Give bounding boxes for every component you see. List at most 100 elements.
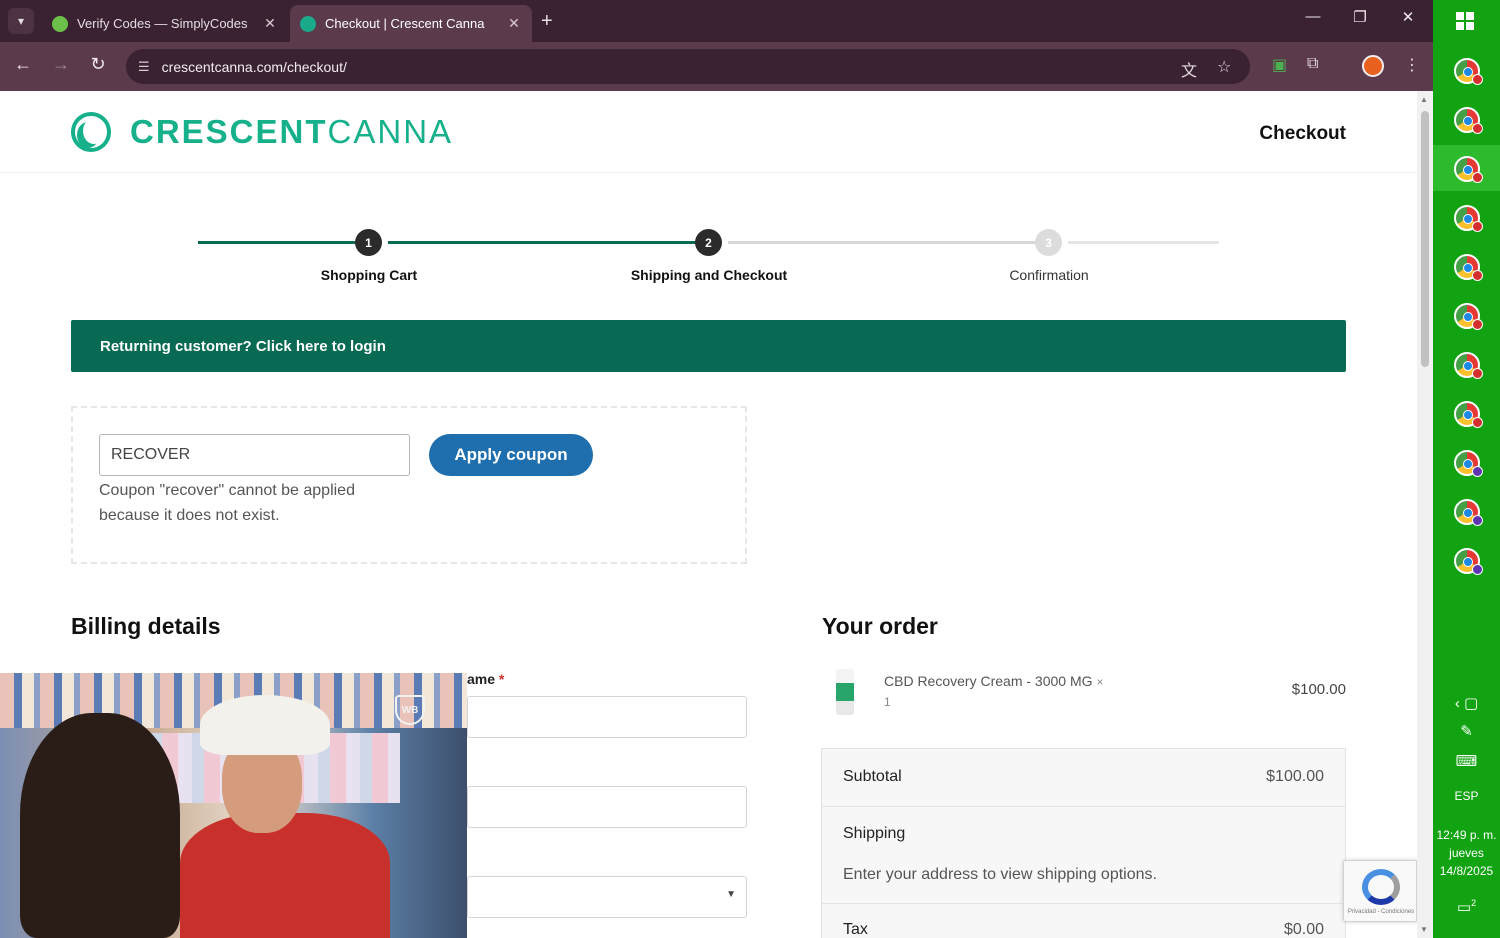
window-close-icon[interactable]: ✕ [1393, 8, 1423, 26]
restore-icon[interactable]: ❐ [1345, 8, 1375, 26]
page-title: Checkout [1259, 123, 1346, 144]
extensions-puzzle-icon[interactable]: ⧉ [1307, 55, 1318, 73]
badge-icon [1472, 221, 1483, 232]
scroll-thumb[interactable] [1421, 111, 1429, 367]
site-logo[interactable]: CRESCENTCANNA [130, 113, 453, 151]
crescent-favicon-icon [300, 15, 316, 32]
reload-icon[interactable]: ↻ [86, 54, 110, 75]
badge-icon [1472, 172, 1483, 183]
last-name-field[interactable] [467, 696, 747, 738]
step-connector [198, 241, 356, 244]
tax-row: Tax $0.00 [822, 904, 1345, 938]
shipping-label: Shipping [843, 825, 906, 842]
plus-icon[interactable]: + [541, 10, 553, 33]
chrome-app-icon[interactable] [1454, 156, 1483, 183]
billing-title: Billing details [71, 613, 221, 639]
step-label-shipping: Shipping and Checkout [630, 267, 788, 283]
field-label-name: ame * [467, 671, 504, 687]
badge-icon [1472, 417, 1483, 428]
site-info-icon[interactable]: ☰ [138, 59, 150, 75]
url-text: crescentcanna.com/checkout/ [161, 58, 347, 75]
subtotal-row: Subtotal $100.00 [822, 749, 1345, 807]
recaptcha-badge[interactable]: Privacidad - Condiciones [1343, 860, 1417, 922]
field-label-text: ame [467, 671, 496, 687]
video-overlay[interactable]: WB [0, 673, 467, 938]
step-connector [1068, 241, 1219, 244]
tray-chevron-icon[interactable]: ‹ ▢ [1433, 694, 1500, 712]
chrome-app-icon[interactable] [1454, 548, 1483, 575]
chrome-app-icon[interactable] [1454, 401, 1483, 428]
returning-customer-banner[interactable]: Returning customer? Click here to login [71, 320, 1346, 372]
video-person-left [20, 713, 180, 938]
page-scrollbar[interactable]: ▲ ▼ [1417, 91, 1433, 938]
chrome-app-icon[interactable] [1454, 107, 1483, 134]
tab-title: Checkout | Crescent Canna [325, 16, 485, 31]
notification-icon[interactable]: ▭2 [1433, 898, 1500, 916]
scroll-up-arrow-icon[interactable]: ▲ [1420, 95, 1428, 104]
chrome-app-icon[interactable] [1454, 499, 1483, 526]
step-label-cart[interactable]: Shopping Cart [249, 267, 489, 283]
close-icon[interactable]: ✕ [262, 15, 278, 32]
checkout-progress: 1 2 3 Shopping Cart Shipping and Checkou… [198, 229, 1219, 289]
chrome-app-icon[interactable] [1454, 58, 1483, 85]
step-label-confirmation: Confirmation [1009, 267, 1089, 283]
step-1-badge: 1 [355, 229, 382, 256]
apply-coupon-button[interactable]: Apply coupon [429, 434, 593, 476]
badge-icon [1472, 319, 1483, 330]
checkout-page: CRESCENTCANNA Checkout 1 2 3 Shopping Ca… [0, 91, 1417, 938]
product-name-text: CBD Recovery Cream - 3000 MG [884, 673, 1093, 689]
language-indicator[interactable]: ESP [1433, 787, 1500, 805]
tab-checkout[interactable]: Checkout | Crescent Canna ✕ [290, 5, 532, 42]
tax-label: Tax [843, 921, 868, 938]
clock-time[interactable]: 12:49 p. m. [1433, 826, 1500, 844]
chrome-app-icon[interactable] [1454, 205, 1483, 232]
order-title: Your order [822, 613, 938, 639]
coupon-input[interactable] [99, 434, 410, 476]
extension-us-icon[interactable]: ▣ [1272, 55, 1287, 75]
keyboard-icon[interactable]: ⌨ [1433, 752, 1500, 770]
step-connector [388, 241, 696, 244]
product-thumbnail [836, 669, 854, 715]
crescent-logo-icon[interactable] [71, 112, 111, 152]
back-icon[interactable]: ← [11, 54, 35, 75]
forward-icon[interactable]: → [49, 54, 73, 75]
chrome-app-icon[interactable] [1454, 352, 1483, 379]
company-field[interactable] [467, 786, 747, 828]
chrome-app-icon[interactable] [1454, 450, 1483, 477]
badge-icon [1472, 74, 1483, 85]
order-line-item: CBD Recovery Cream - 3000 MG × 1 $100.00 [822, 663, 1346, 719]
clock-date[interactable]: 14/8/2025 [1433, 862, 1500, 880]
windows-start-icon[interactable] [1456, 12, 1474, 30]
recaptcha-icon [1362, 869, 1400, 905]
profile-avatar[interactable] [1362, 55, 1384, 77]
wb-logo-icon: WB [395, 695, 425, 725]
tab-search-chevron-icon[interactable]: ▾ [8, 8, 34, 34]
badge-icon [1472, 123, 1483, 134]
coupon-error-message: Coupon "recover" cannot be applied becau… [99, 482, 355, 524]
address-bar[interactable]: ☰ crescentcanna.com/checkout/ 文 ☆ [126, 49, 1250, 84]
clock-day[interactable]: jueves [1433, 844, 1500, 862]
chevron-down-icon: ▼ [726, 889, 736, 900]
translate-icon[interactable]: 文 [1181, 57, 1197, 81]
tab-verify-codes[interactable]: Verify Codes — SimplyCodes ✕ [42, 5, 288, 42]
order-totals: Subtotal $100.00 Shipping Enter your add… [821, 748, 1346, 938]
badge-icon [1472, 270, 1483, 281]
bookmark-star-icon[interactable]: ☆ [1217, 57, 1231, 77]
shipping-row: Shipping Enter your address to view ship… [822, 807, 1345, 904]
chrome-app-icon[interactable] [1454, 254, 1483, 281]
close-icon[interactable]: ✕ [506, 15, 522, 32]
menu-kebab-icon[interactable]: ⋮ [1404, 55, 1420, 75]
recaptcha-terms[interactable]: Privacidad - Condiciones [1346, 909, 1416, 915]
required-mark: * [498, 671, 505, 687]
pen-icon[interactable]: ✎ [1433, 722, 1500, 740]
tax-value: $0.00 [1283, 921, 1324, 938]
windows-taskbar: ‹ ▢ ✎ ⌨ ESP 12:49 p. m. jueves 14/8/2025… [1433, 0, 1500, 938]
scroll-down-arrow-icon[interactable]: ▼ [1420, 925, 1428, 934]
logo-light-text: CANNA [327, 113, 454, 150]
chrome-app-icon[interactable] [1454, 303, 1483, 330]
minimize-icon[interactable]: — [1298, 8, 1328, 25]
video-person-right [180, 813, 390, 938]
notification-count: 2 [1471, 898, 1477, 908]
country-select[interactable]: ▼ [467, 876, 747, 918]
badge-icon [1472, 564, 1483, 575]
